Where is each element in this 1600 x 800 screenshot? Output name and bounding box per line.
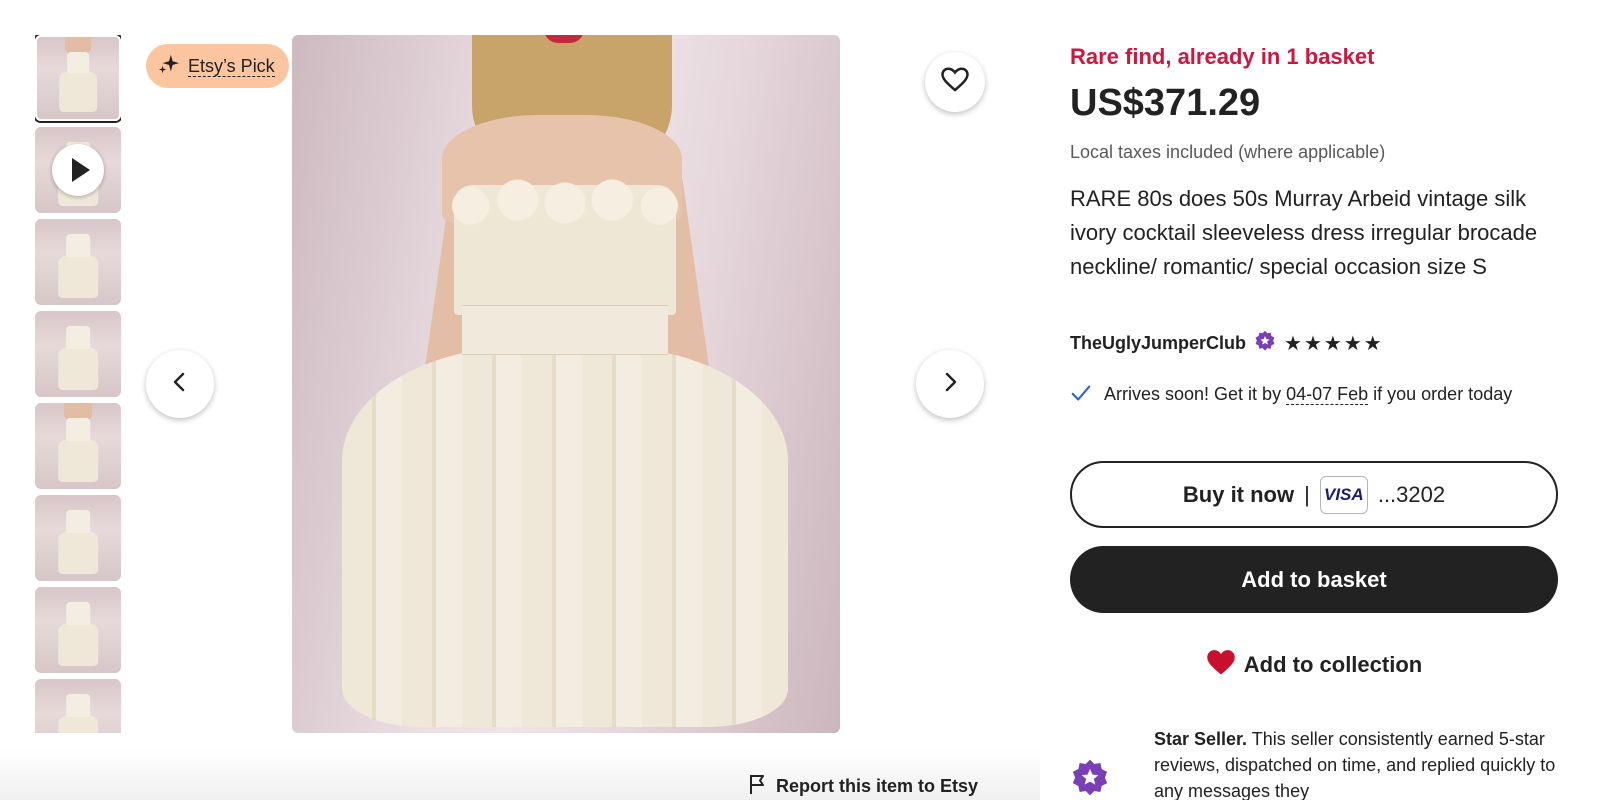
scarcity-notice: Rare find, already in 1 basket <box>1070 44 1375 69</box>
main-product-image[interactable] <box>292 35 840 733</box>
thumbnail-list <box>35 35 121 733</box>
thumbnail-3[interactable] <box>35 219 121 305</box>
shop-row: TheUglyJumperClub ★ ★ ★ ★ ★ <box>1070 330 1382 357</box>
delivery-estimate: Arrives soon! Get it by 04-07 Feb if you… <box>1070 382 1560 409</box>
delivery-date-range[interactable]: 04-07 Feb <box>1286 384 1369 405</box>
star-seller-text: Star Seller. This seller consistently ea… <box>1154 726 1560 800</box>
play-icon <box>52 144 104 196</box>
delivery-text: Arrives soon! Get it by 04-07 Feb if you… <box>1104 382 1512 409</box>
thumbnail-4[interactable] <box>35 311 121 397</box>
etsys-pick-badge[interactable]: Etsy’s Pick <box>146 44 289 88</box>
star-icon: ★ <box>1323 333 1342 355</box>
previous-image-button[interactable] <box>146 350 214 418</box>
buy-it-now-button[interactable]: Buy it now | VISA ...3202 <box>1070 461 1558 528</box>
star-seller-info: Star Seller. This seller consistently ea… <box>1070 726 1560 800</box>
thumbnail-video[interactable] <box>35 127 121 213</box>
delivery-prefix: Arrives soon! Get it by <box>1104 384 1287 404</box>
thumbnail-5[interactable] <box>35 403 121 489</box>
star-seller-small-icon <box>1254 330 1276 357</box>
add-to-collection-button[interactable]: Add to collection <box>1070 630 1558 700</box>
star-icon: ★ <box>1303 333 1322 355</box>
card-brand: VISA <box>1323 484 1364 504</box>
flag-icon <box>748 773 768 800</box>
shop-name-link[interactable]: TheUglyJumperClub <box>1070 333 1246 354</box>
add-to-basket-button[interactable]: Add to basket <box>1070 546 1558 613</box>
next-image-button[interactable] <box>916 350 984 418</box>
star-icon: ★ <box>1343 333 1362 355</box>
report-item-label: Report this item to Etsy <box>776 776 979 796</box>
favorite-button[interactable] <box>925 52 985 112</box>
visa-card-icon: VISA <box>1319 475 1368 514</box>
star-seller-badge-icon <box>1070 758 1138 800</box>
sparkle-icon <box>158 53 180 80</box>
shop-rating-stars[interactable]: ★ ★ ★ ★ ★ <box>1284 331 1382 356</box>
star-seller-heading: Star Seller. <box>1154 729 1248 749</box>
etsys-pick-label: Etsy’s Pick <box>188 55 275 77</box>
chevron-left-icon <box>168 370 192 399</box>
card-last-digits: ...3202 <box>1377 481 1446 507</box>
thumbnail-7[interactable] <box>35 587 121 673</box>
star-icon: ★ <box>1284 333 1302 355</box>
tax-note: Local taxes included (where applicable) <box>1070 142 1386 162</box>
buy-it-now-label: Buy it now <box>1182 481 1295 507</box>
price: US$371.29 <box>1070 82 1261 124</box>
thumbnail-1[interactable] <box>35 35 121 121</box>
checkmark-icon <box>1070 382 1092 409</box>
star-icon: ★ <box>1363 333 1382 355</box>
heart-filled-icon <box>1206 648 1236 682</box>
add-to-basket-label: Add to basket <box>1241 566 1387 592</box>
thumbnail-6[interactable] <box>35 495 121 581</box>
thumbnail-8[interactable] <box>35 679 121 733</box>
separator: | <box>1304 481 1310 507</box>
chevron-right-icon <box>938 370 962 399</box>
report-item-link[interactable]: Report this item to Etsy <box>748 773 978 800</box>
listing-title: RARE 80s does 50s Murray Arbeid vintage … <box>1070 186 1538 279</box>
heart-outline-icon <box>940 65 970 100</box>
add-to-collection-label: Add to collection <box>1243 652 1423 677</box>
delivery-suffix: if you order today <box>1368 384 1513 404</box>
